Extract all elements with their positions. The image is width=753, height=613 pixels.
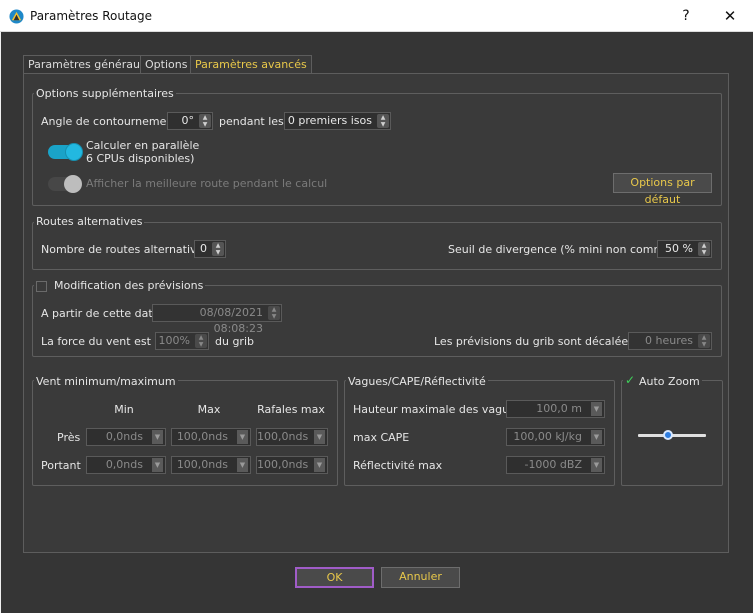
vent-pres-max[interactable]: 100,0nds ▼	[171, 428, 251, 446]
chevron-down-icon[interactable]: ▼	[591, 458, 602, 472]
vent-header-rafales: Rafales max	[257, 403, 325, 416]
spin-arrows-icon[interactable]: ▲ ▼	[698, 334, 710, 348]
value: 0,0nds	[105, 430, 143, 443]
chevron-down-icon[interactable]: ▼	[314, 430, 325, 444]
group-title-vent: Vent minimum/maximum	[34, 375, 178, 388]
vent-row-label-pres: Près	[57, 431, 81, 444]
value: 0,0nds	[105, 458, 143, 471]
close-button[interactable]: ✕	[716, 5, 744, 27]
vent-header-min: Min	[114, 403, 134, 416]
vent-portant-rafales[interactable]: 100,0nds ▼	[256, 456, 328, 474]
tab-parametres-generaux[interactable]: Paramètres généraux	[23, 55, 152, 74]
force-value: 100%	[158, 334, 190, 347]
vagues-input[interactable]: 100,0 m ▼	[506, 400, 605, 418]
vent-row-label-portant: Portant	[41, 459, 81, 472]
angle-value: 0°	[181, 114, 195, 127]
value: -1000 dBZ	[524, 458, 582, 471]
value: 100,00 kJ/kg	[513, 430, 582, 443]
chevron-down-icon[interactable]: ▼	[152, 430, 163, 444]
parallel-label: Calculer en parallèle 6 CPUs disponibles…	[86, 139, 199, 165]
chevron-down-icon[interactable]: ▼	[591, 402, 602, 416]
spin-arrows-icon[interactable]: ▲ ▼	[377, 114, 389, 128]
slider-handle[interactable]	[662, 430, 673, 440]
value: 100,0nds	[176, 458, 228, 471]
window-title: Paramètres Routage	[30, 9, 153, 23]
angle-spinbox[interactable]: 0° ▲ ▼	[167, 112, 213, 130]
angle-label: Angle de contournement	[41, 115, 178, 128]
value: 100,0nds	[257, 430, 309, 443]
auto-zoom-check-icon[interactable]: ✓	[625, 373, 635, 387]
seuil-value: 50 %	[665, 242, 693, 255]
tab-options[interactable]: Options	[140, 55, 193, 74]
group-title-options-supplementaires: Options supplémentaires	[34, 87, 176, 100]
vent-pres-rafales[interactable]: 100,0nds ▼	[256, 428, 328, 446]
date-spinbox[interactable]: 08/08/2021 08:08:23 ▲ ▼	[152, 304, 282, 335]
parallel-label-line2: 6 CPUs disponibles)	[86, 152, 195, 165]
force-spinbox[interactable]: 100% ▲ ▼	[155, 332, 209, 350]
vent-portant-max[interactable]: 100,0nds ▼	[171, 456, 251, 474]
decal-value: 0 heures	[645, 334, 693, 347]
decal-label: Les prévisions du grib sont décalées de	[434, 335, 652, 348]
value: 100,0nds	[257, 458, 309, 471]
ok-button[interactable]: OK	[295, 567, 374, 588]
spin-arrows-icon[interactable]: ▲ ▼	[268, 306, 280, 320]
reflectivite-input[interactable]: -1000 dBZ ▼	[506, 456, 605, 474]
toggle-knob	[64, 175, 82, 193]
vent-portant-min[interactable]: 0,0nds ▼	[86, 456, 166, 474]
force-label: La force du vent est à	[41, 335, 162, 348]
defaults-button[interactable]: Options par défaut	[613, 173, 712, 206]
cape-label: max CAPE	[353, 431, 410, 444]
force-suffix: du grib	[215, 335, 254, 348]
isos-spinbox[interactable]: 0 premiers isos ▲ ▼	[284, 112, 391, 130]
value: 100,0nds	[176, 430, 228, 443]
vagues-label: Hauteur maximale des vagues	[353, 403, 522, 416]
help-button[interactable]: ?	[672, 5, 700, 27]
parallel-toggle[interactable]	[48, 143, 83, 161]
value: 100,0 m	[536, 402, 582, 415]
best-route-toggle[interactable]	[48, 175, 82, 193]
chevron-down-icon[interactable]: ▼	[314, 458, 325, 472]
auto-zoom-slider[interactable]	[638, 430, 706, 440]
title-bar: Paramètres Routage ? ✕	[0, 0, 753, 32]
routes-count-value: 0	[200, 242, 207, 255]
spin-arrows-icon[interactable]: ▲ ▼	[212, 242, 224, 256]
best-route-label: Afficher la meilleure route pendant le c…	[86, 177, 328, 190]
pendant-label: pendant les	[219, 115, 284, 128]
cancel-button[interactable]: Annuler	[381, 567, 460, 588]
reflectivite-label: Réflectivité max	[353, 459, 443, 472]
spin-arrows-icon[interactable]: ▲ ▼	[698, 242, 710, 256]
parallel-label-line1: Calculer en parallèle	[86, 139, 200, 152]
routes-count-label: Nombre de routes alternatives	[41, 243, 210, 256]
vent-header-max: Max	[197, 403, 221, 416]
cape-input[interactable]: 100,00 kJ/kg ▼	[506, 428, 605, 446]
group-title-modification-previsions: Modification des prévisions	[34, 279, 206, 292]
tab-parametres-avances[interactable]: Paramètres avancés	[190, 55, 312, 75]
group-title-vagues: Vagues/CAPE/Réflectivité	[346, 375, 488, 388]
toggle-knob	[65, 143, 83, 161]
vent-pres-min[interactable]: 0,0nds ▼	[86, 428, 166, 446]
routes-count-spinbox[interactable]: 0 ▲ ▼	[194, 240, 226, 258]
chevron-down-icon[interactable]: ▼	[237, 430, 248, 444]
chevron-down-icon[interactable]: ▼	[591, 430, 602, 444]
modification-checkbox[interactable]	[36, 281, 47, 292]
chevron-down-icon[interactable]: ▼	[237, 458, 248, 472]
seuil-label: Seuil de divergence (% mini non commun)	[448, 243, 683, 256]
isos-value: 0 premiers isos	[287, 114, 372, 127]
decal-spinbox[interactable]: 0 heures ▲ ▼	[628, 332, 712, 350]
chevron-down-icon[interactable]: ▼	[152, 458, 163, 472]
group-title-routes-alternatives: Routes alternatives	[34, 215, 145, 228]
spin-arrows-icon[interactable]: ▲ ▼	[195, 334, 207, 348]
seuil-spinbox[interactable]: 50 % ▲ ▼	[657, 240, 712, 258]
spin-arrows-icon[interactable]: ▲ ▼	[199, 114, 211, 128]
date-label: A partir de cette date	[41, 307, 160, 320]
app-logo-icon	[9, 9, 24, 24]
